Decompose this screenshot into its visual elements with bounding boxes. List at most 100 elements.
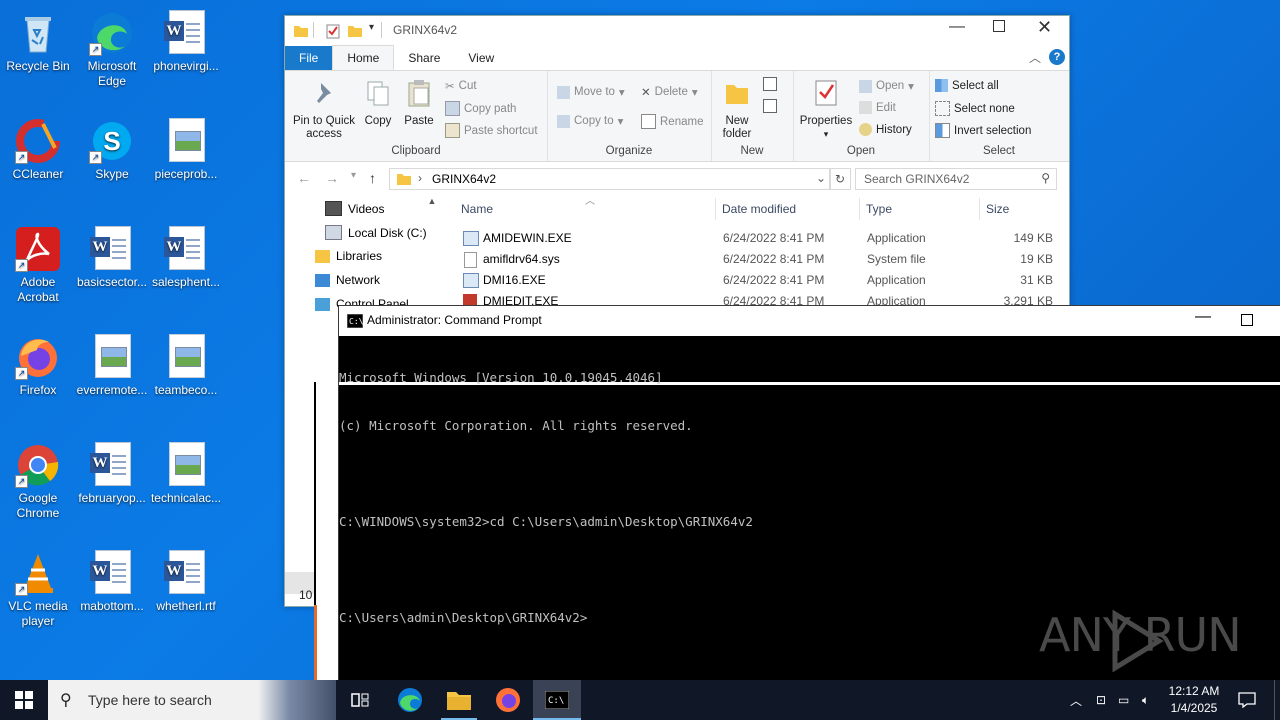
desktop-icon-google-chrome[interactable]: ↗ Google Chrome: [0, 438, 76, 521]
desktop-icon-ccleaner[interactable]: ↗ CCleaner: [0, 114, 76, 182]
search-input[interactable]: Search GRINX64v2 ⚲: [855, 168, 1057, 190]
desktop-icon-mabottom[interactable]: W mabottom...: [74, 546, 150, 614]
copy-to-button[interactable]: Copy to ▾: [557, 114, 623, 128]
new-folder-button[interactable]: New folder: [715, 79, 759, 141]
copy-button[interactable]: Copy: [359, 79, 397, 128]
nav-item-videos[interactable]: Videos: [325, 201, 384, 216]
show-hidden-icons-button[interactable]: ︿: [1070, 680, 1082, 720]
column-type[interactable]: Type: [866, 202, 892, 216]
paste-button[interactable]: Paste: [399, 79, 439, 128]
pin-to-quick-access-button[interactable]: Pin to Quick access: [289, 79, 359, 141]
properties-quick-icon[interactable]: [325, 23, 341, 39]
desktop-icon-teambeco[interactable]: teambeco...: [148, 330, 224, 398]
desktop-icon-pieceprob[interactable]: pieceprob...: [148, 114, 224, 182]
help-icon[interactable]: ?: [1049, 49, 1065, 65]
show-desktop-button[interactable]: [1274, 680, 1275, 720]
search-highlight-image: [258, 680, 336, 720]
scroll-up-icon[interactable]: ▲: [425, 196, 439, 210]
desktop-icon-everremote[interactable]: everremote...: [74, 330, 150, 398]
collapse-ribbon-icon[interactable]: ︿: [1029, 49, 1041, 66]
desktop-icon-adobe-acrobat[interactable]: ↗ Adobe Acrobat: [0, 222, 76, 305]
properties-button[interactable]: Properties ▾: [797, 79, 855, 141]
nav-label: Libraries: [336, 249, 383, 263]
desktop-icon-vlc[interactable]: ↗ VLC media player: [0, 546, 76, 629]
taskbar-search-box[interactable]: ⚲ Type here to search: [48, 680, 336, 720]
cut-button[interactable]: ✂ Cut: [445, 79, 477, 93]
nav-item-network[interactable]: Network: [315, 273, 380, 287]
organize-group: Move to ▾ Copy to ▾ ✕ Delete ▾ Rename Organi…: [547, 71, 712, 161]
cmd-maximize-button[interactable]: [1241, 314, 1253, 326]
column-name[interactable]: Name: [461, 202, 493, 216]
nav-item-local-disk[interactable]: Local Disk (C:): [325, 225, 427, 240]
file-date: 6/24/2022 8:41 PM: [723, 231, 825, 245]
column-date-modified[interactable]: Date modified: [722, 202, 796, 216]
desktop-icon-februaryop[interactable]: W februaryop...: [74, 438, 150, 506]
task-view-button[interactable]: [336, 680, 384, 720]
paste-shortcut-button[interactable]: Paste shortcut: [445, 123, 538, 138]
nav-item-libraries[interactable]: Libraries: [315, 249, 382, 263]
taskbar-edge-button[interactable]: [386, 680, 434, 720]
paste-shortcut-icon: [445, 123, 460, 138]
table-row[interactable]: DMI16.EXE 6/24/2022 8:41 PM Application …: [461, 270, 1061, 291]
desktop-icon-edge[interactable]: ↗ Microsoft Edge: [74, 6, 150, 89]
column-size[interactable]: Size: [986, 202, 1009, 216]
desktop-icon-whetherl[interactable]: W whetherl.rtf: [148, 546, 224, 614]
refresh-icon[interactable]: ↻: [829, 168, 851, 190]
breadcrumb[interactable]: GRINX64v2: [432, 172, 496, 186]
select-all-button[interactable]: Select all: [935, 79, 999, 92]
notifications-button[interactable]: [1238, 680, 1256, 720]
taskbar-cmd-button[interactable]: C:\: [533, 680, 581, 720]
easy-access-icon[interactable]: [763, 99, 777, 113]
shortcut-arrow-icon: ↗: [89, 151, 102, 164]
cmd-minimize-button[interactable]: —: [1195, 308, 1211, 326]
taskbar-firefox-button[interactable]: [484, 680, 532, 720]
minimize-button[interactable]: —: [949, 18, 965, 36]
tab-share[interactable]: Share: [394, 46, 454, 70]
cmd-titlebar[interactable]: C:\ Administrator: Command Prompt —: [339, 306, 1280, 336]
history-button[interactable]: History: [859, 123, 912, 136]
console-output[interactable]: Microsoft Windows [Version 10.0.19045.40…: [339, 338, 753, 658]
select-none-button[interactable]: Select none: [935, 101, 1015, 116]
desktop-icon-phonevirgi[interactable]: W phonevirgi...: [148, 6, 224, 74]
delete-button[interactable]: ✕ Delete ▾: [641, 85, 698, 99]
invert-selection-button[interactable]: Invert selection: [935, 123, 1031, 138]
edit-button[interactable]: Edit: [859, 101, 896, 114]
new-item-icon[interactable]: [763, 77, 777, 91]
start-button[interactable]: [0, 680, 48, 720]
address-bar[interactable]: › GRINX64v2 ⌄: [389, 168, 831, 190]
move-to-button[interactable]: Move to ▾: [557, 85, 625, 99]
forward-arrow-icon[interactable]: →: [325, 170, 339, 186]
tab-view[interactable]: View: [454, 46, 508, 70]
recent-locations-icon[interactable]: ▾: [351, 170, 356, 181]
new-folder-quick-icon[interactable]: [347, 23, 363, 39]
open-button[interactable]: Open ▾: [859, 79, 914, 93]
desktop-icon-skype[interactable]: S ↗ Skype: [74, 114, 150, 182]
table-row[interactable]: AMIDEWIN.EXE 6/24/2022 8:41 PM Applicati…: [461, 228, 1061, 249]
system-file-icon: [464, 252, 477, 268]
explorer-titlebar[interactable]: ▾ GRINX64v2 — ✕: [285, 16, 1069, 46]
chevron-down-icon[interactable]: ⌄: [816, 171, 826, 185]
taskbar-explorer-button[interactable]: [435, 680, 483, 720]
desktop-icon-firefox[interactable]: ↗ Firefox: [0, 330, 76, 398]
desktop-icon-basicsector[interactable]: W basicsector...: [74, 222, 150, 290]
desktop-icon-recycle-bin[interactable]: Recycle Bin: [0, 6, 76, 74]
volume-button[interactable]: 🔈︎: [1142, 680, 1149, 720]
desktop-icon-technicalac[interactable]: technicalac...: [148, 438, 224, 506]
maximize-button[interactable]: [993, 20, 1005, 32]
tab-home[interactable]: Home: [332, 45, 395, 70]
close-button[interactable]: ✕: [1037, 17, 1052, 38]
quick-access-dropdown-icon[interactable]: ▾: [369, 22, 374, 33]
desktop-icon-salesphent[interactable]: W salesphent...: [148, 222, 224, 290]
desktop-icon-label: Google Chrome: [16, 491, 60, 520]
copy-path-button[interactable]: Copy path: [445, 101, 516, 116]
wired-network-button[interactable]: ▭: [1118, 680, 1129, 720]
tab-file[interactable]: File: [285, 46, 333, 70]
table-row[interactable]: amifldrv64.sys 6/24/2022 8:41 PM System …: [461, 249, 1061, 270]
up-arrow-icon[interactable]: ↑: [369, 170, 376, 186]
rename-button[interactable]: Rename: [641, 114, 703, 129]
clock[interactable]: 12:12 AM 1/4/2025: [1164, 683, 1224, 717]
network-tray-button[interactable]: ⊡: [1096, 680, 1106, 720]
back-arrow-icon[interactable]: ←: [297, 170, 311, 186]
clock-time: 12:12 AM: [1168, 684, 1220, 698]
command-prompt-window[interactable]: C:\ Administrator: Command Prompt — Micr…: [338, 305, 1280, 682]
